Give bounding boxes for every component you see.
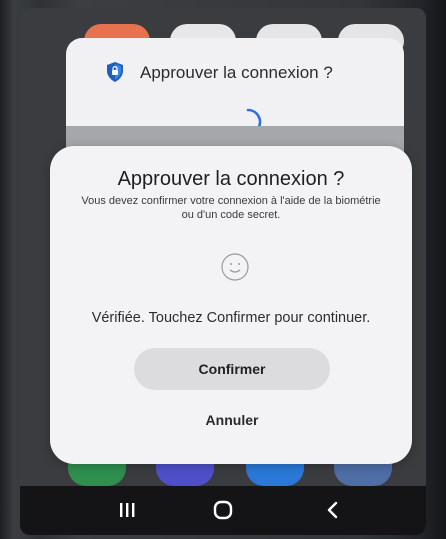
approve-signin-dialog: Approuver la connexion ? Vous devez conf…: [50, 146, 412, 464]
phone-screen: Approuver la connexion ? Approuver la co…: [20, 8, 426, 535]
authenticator-shield-icon: [107, 62, 123, 82]
cancel-button[interactable]: Annuler: [184, 404, 280, 436]
recent-apps-icon[interactable]: [114, 498, 140, 522]
home-icon[interactable]: [210, 498, 236, 522]
face-recognition-icon: [221, 253, 249, 281]
dialog-subtitle: Vous devez confirmer votre connexion à l…: [81, 195, 381, 221]
verification-status: Vérifiée. Touchez Confirmer pour continu…: [91, 310, 371, 326]
back-icon[interactable]: [320, 498, 346, 522]
background-notification-title: Approuver la connexion ?: [140, 63, 333, 82]
confirm-button[interactable]: Confirmer: [134, 348, 330, 390]
dialog-title: Approuver la connexion ?: [117, 168, 345, 190]
navigation-bar: [20, 486, 426, 535]
